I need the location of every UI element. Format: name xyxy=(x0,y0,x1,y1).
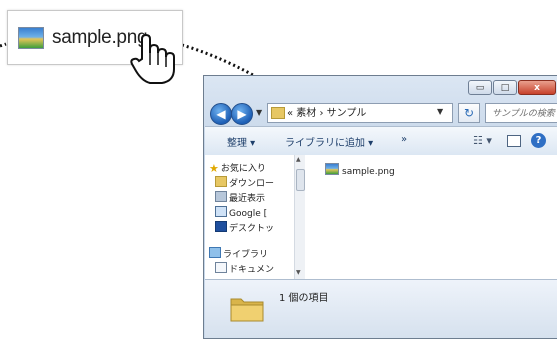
dragged-file-zoom: sample.png xyxy=(7,10,183,84)
file-name: sample.png xyxy=(342,167,395,177)
minimize-button[interactable]: ▭ xyxy=(468,80,492,95)
back-arrow-icon[interactable]: ◀ xyxy=(210,103,232,125)
command-bar: 整理 ▾ ライブラリに追加 ▾ » ☷ ▾ ? xyxy=(205,126,557,156)
recent-icon xyxy=(215,191,227,202)
folder-icon xyxy=(271,107,285,119)
nav-item-label: ドキュメン xyxy=(229,265,275,275)
details-pane: 1 個の項目 xyxy=(205,279,557,338)
navigation-bar: ◀ ▶ ▼ « 素材 › サンプル ▼ ↻ サンプルの検索 ⚲ xyxy=(210,102,557,128)
nav-item-label: Google [ xyxy=(229,209,268,219)
nav-item-recent[interactable]: 最近表示 xyxy=(215,191,301,204)
nav-item-desktop[interactable]: デスクトッ xyxy=(215,221,301,234)
organize-menu[interactable]: 整理 ▾ xyxy=(227,134,255,149)
more-commands-button[interactable]: » xyxy=(401,134,407,145)
view-options-icon[interactable]: ☷ ▾ xyxy=(473,134,492,147)
scroll-up-icon[interactable]: ▲ xyxy=(296,156,301,163)
history-dropdown-icon[interactable]: ▼ xyxy=(256,108,262,117)
content-area: ★ お気に入り ダウンロー 最近表示 Google [ デスクトッ ライブラリ ド… xyxy=(205,155,557,279)
scroll-down-icon[interactable]: ▼ xyxy=(296,269,301,276)
address-bar[interactable]: « 素材 › サンプル xyxy=(267,103,453,123)
nav-item-downloads[interactable]: ダウンロー xyxy=(215,176,301,189)
window-caption-buttons: ▭ □ x xyxy=(467,80,556,95)
address-dropdown-icon[interactable]: ▼ xyxy=(437,107,443,116)
nav-item-libraries[interactable]: ライブラリ xyxy=(209,247,295,260)
search-placeholder: サンプルの検索 xyxy=(492,109,555,119)
preview-pane-icon[interactable] xyxy=(507,135,521,147)
desktop-icon xyxy=(215,221,227,232)
library-icon xyxy=(209,247,221,258)
item-count: 1 個の項目 xyxy=(279,293,329,304)
help-icon[interactable]: ? xyxy=(531,133,546,148)
nav-item-documents[interactable]: ドキュメン xyxy=(215,262,301,275)
nav-item-label: 最近表示 xyxy=(229,194,266,204)
nav-item-label: デスクトッ xyxy=(229,224,275,234)
maximize-button[interactable]: □ xyxy=(493,80,517,95)
google-drive-icon xyxy=(215,206,227,217)
refresh-icon[interactable]: ↻ xyxy=(458,103,480,123)
download-folder-icon xyxy=(215,176,227,187)
address-path: « 素材 › サンプル xyxy=(287,108,367,119)
image-file-icon xyxy=(325,163,339,175)
explorer-window: ▭ □ x ◀ ▶ ▼ « 素材 › サンプル ▼ ↻ サンプルの検索 ⚲ 整理… xyxy=(203,75,557,339)
nav-item-label: お気に入り xyxy=(220,164,266,174)
image-file-icon xyxy=(18,27,44,49)
star-icon: ★ xyxy=(209,162,219,174)
close-button[interactable]: x xyxy=(518,80,556,95)
nav-item-label: ライブラリ xyxy=(223,250,269,260)
hand-cursor-icon xyxy=(130,33,175,84)
nav-item-google[interactable]: Google [ xyxy=(215,206,301,219)
add-to-library-menu[interactable]: ライブラリに追加 ▾ xyxy=(285,134,373,149)
nav-item-label: ダウンロー xyxy=(229,179,275,189)
nav-item-favorites[interactable]: ★ お気に入り xyxy=(209,161,295,174)
scroll-thumb[interactable] xyxy=(296,169,305,191)
folder-icon xyxy=(230,298,264,322)
forward-arrow-icon[interactable]: ▶ xyxy=(231,103,253,125)
navigation-pane: ★ お気に入り ダウンロー 最近表示 Google [ デスクトッ ライブラリ ド… xyxy=(205,155,305,279)
search-input[interactable]: サンプルの検索 ⚲ xyxy=(485,103,557,123)
documents-icon xyxy=(215,262,227,273)
nav-scrollbar[interactable]: ▲ ▼ xyxy=(294,155,305,279)
file-item[interactable]: sample.png xyxy=(325,163,395,177)
